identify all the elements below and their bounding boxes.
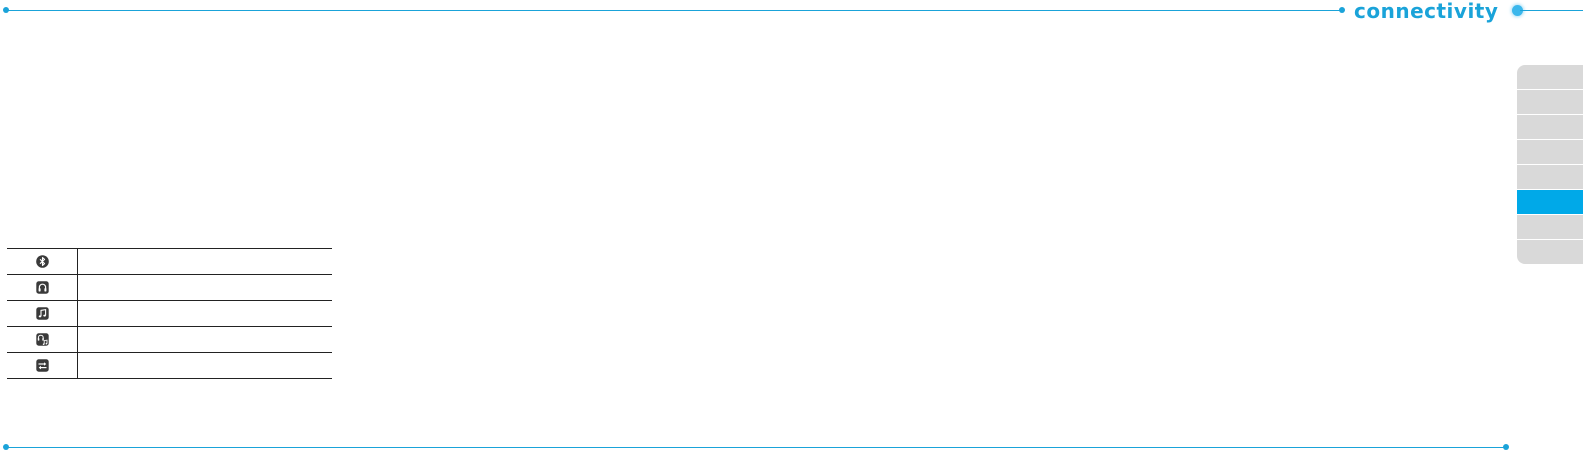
chapter-tab-1[interactable] bbox=[1517, 65, 1583, 90]
header-rule-start-dot bbox=[3, 7, 9, 13]
footer-rule-start-dot bbox=[3, 444, 9, 450]
footer-rule bbox=[6, 447, 1506, 448]
icon-description bbox=[78, 249, 332, 274]
chapter-tab-4[interactable] bbox=[1517, 140, 1583, 165]
chapter-tab-2[interactable] bbox=[1517, 90, 1583, 115]
header-rule bbox=[6, 10, 1342, 11]
table-row bbox=[7, 301, 332, 327]
headset-music-icon bbox=[35, 333, 49, 346]
table-row bbox=[7, 353, 332, 378]
manual-page: connectivity bbox=[0, 0, 1583, 456]
icon-legend-table bbox=[7, 248, 332, 379]
icon-description bbox=[78, 301, 332, 326]
chapter-tab-7[interactable] bbox=[1517, 215, 1583, 240]
chapter-tab-6-active[interactable] bbox=[1517, 190, 1583, 215]
table-row bbox=[7, 327, 332, 353]
transfer-arrows-icon bbox=[35, 359, 49, 372]
chapter-tab-8[interactable] bbox=[1517, 240, 1583, 264]
icon-description bbox=[78, 353, 332, 378]
table-row bbox=[7, 249, 332, 275]
icon-description bbox=[78, 327, 332, 352]
header-rule-end-dot bbox=[1339, 7, 1345, 13]
footer-rule-end-dot bbox=[1503, 444, 1509, 450]
table-row bbox=[7, 275, 332, 301]
chapter-tabs bbox=[1517, 65, 1583, 267]
chapter-tab-3[interactable] bbox=[1517, 115, 1583, 140]
icon-description bbox=[78, 275, 332, 300]
headset-icon bbox=[35, 281, 49, 294]
bluetooth-icon bbox=[35, 255, 49, 268]
header-rule-right bbox=[1520, 10, 1583, 11]
music-note-icon bbox=[35, 307, 49, 320]
section-title: connectivity bbox=[1354, 0, 1499, 23]
chapter-tab-5[interactable] bbox=[1517, 165, 1583, 190]
